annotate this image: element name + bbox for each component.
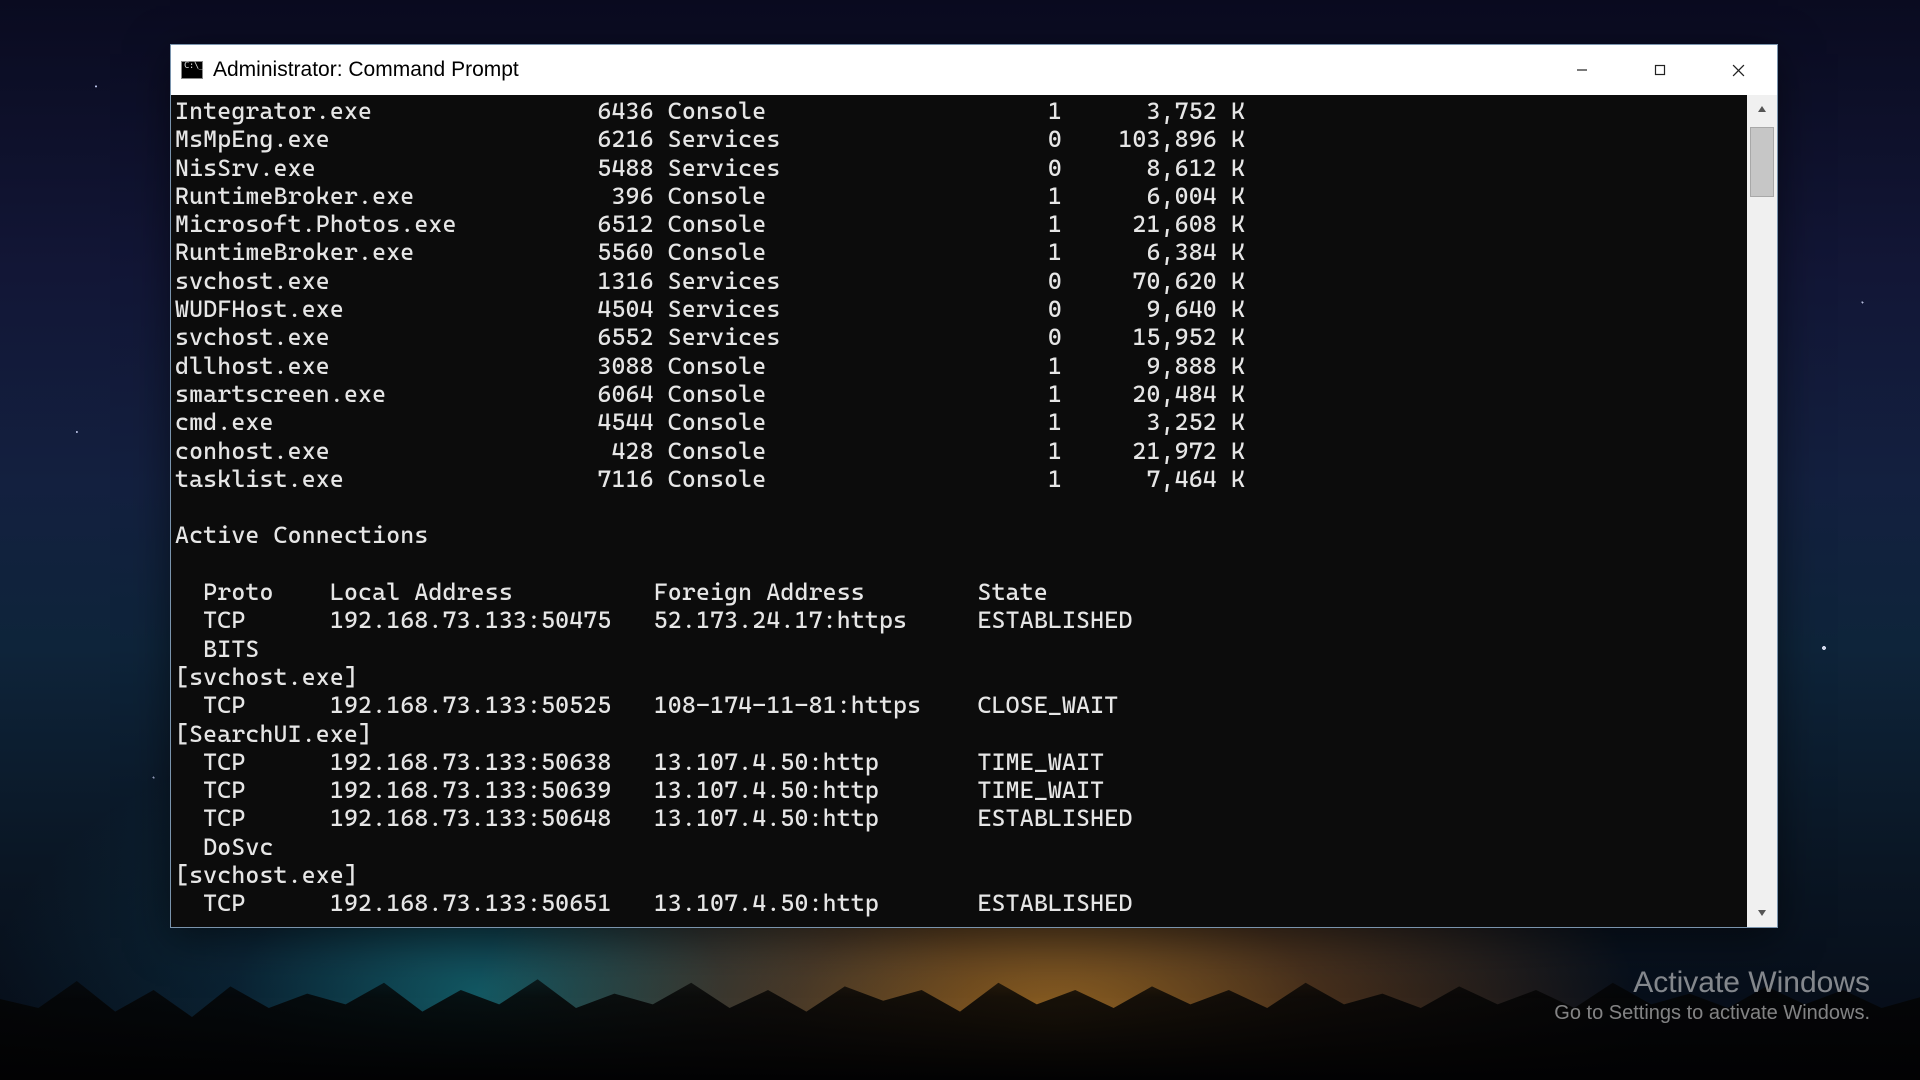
maximize-button[interactable] xyxy=(1621,45,1699,95)
scroll-thumb[interactable] xyxy=(1750,127,1774,197)
watermark-line1: Activate Windows xyxy=(1554,966,1870,1000)
window-controls xyxy=(1543,45,1777,95)
cmd-icon xyxy=(181,61,203,79)
scroll-track[interactable] xyxy=(1747,123,1777,899)
vertical-scrollbar[interactable] xyxy=(1747,95,1777,927)
scroll-down-button[interactable] xyxy=(1747,899,1777,927)
desktop-wallpaper: Administrator: Command Prompt Integrator… xyxy=(0,0,1920,1080)
activation-watermark: Activate Windows Go to Settings to activ… xyxy=(1554,966,1870,1025)
cmd-window: Administrator: Command Prompt Integrator… xyxy=(170,44,1778,928)
minimize-button[interactable] xyxy=(1543,45,1621,95)
window-title: Administrator: Command Prompt xyxy=(213,58,519,82)
terminal-viewport[interactable]: Integrator.exe 6436 Console 1 3,752 K Ms… xyxy=(171,95,1747,927)
title-bar[interactable]: Administrator: Command Prompt xyxy=(171,45,1777,95)
terminal-output: Integrator.exe 6436 Console 1 3,752 K Ms… xyxy=(175,97,1747,918)
watermark-line2: Go to Settings to activate Windows. xyxy=(1554,1002,1870,1025)
scroll-up-button[interactable] xyxy=(1747,95,1777,123)
client-area: Integrator.exe 6436 Console 1 3,752 K Ms… xyxy=(171,95,1777,927)
close-button[interactable] xyxy=(1699,45,1777,95)
